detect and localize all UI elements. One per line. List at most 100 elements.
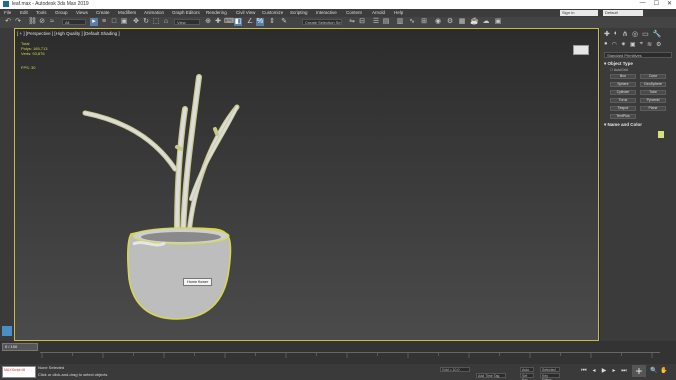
rectangle-selection-icon[interactable]: □	[110, 18, 118, 26]
menu-graph-editors[interactable]: Graph Editors	[172, 10, 200, 15]
select-and-move-icon[interactable]: ✥	[132, 18, 140, 26]
plant-model[interactable]	[15, 29, 599, 341]
selection-filter-dropdown[interactable]: All	[62, 19, 86, 25]
perspective-viewport[interactable]: [ + ] [Perspective ] [High Quality ] [De…	[14, 28, 599, 341]
cylinder-button[interactable]: Cylinder	[610, 90, 636, 95]
menu-edit[interactable]: Edit	[20, 10, 28, 15]
next-frame-icon[interactable]: ▸	[610, 367, 618, 375]
pivot-center-icon[interactable]: ⊕	[204, 18, 212, 26]
maxscript-listener[interactable]: MAXScript Mi	[2, 366, 36, 378]
rendered-frame-window-icon[interactable]: ▦	[458, 18, 466, 26]
set-key-button[interactable]: Set Key	[520, 373, 534, 380]
lights-icon[interactable]: ✷	[621, 41, 626, 48]
autogrid-checkbox[interactable]: ☐ AutoGrid	[610, 68, 628, 72]
key-filters-button[interactable]: Key Filters...	[540, 373, 560, 380]
redo-icon[interactable]: ↷	[14, 18, 22, 26]
maximize-button[interactable]: ☐	[654, 0, 659, 9]
geosphere-button[interactable]: GeoSphere	[640, 82, 666, 87]
window-crossing-icon[interactable]: ▣	[120, 18, 128, 26]
teapot-button[interactable]: Teapot	[610, 106, 636, 111]
menu-scripting[interactable]: Scripting	[290, 10, 308, 15]
menu-group[interactable]: Group	[55, 10, 68, 15]
a360-gallery-icon[interactable]: ▣	[494, 18, 502, 26]
menu-modifiers[interactable]: Modifiers	[118, 10, 136, 15]
schematic-view-icon[interactable]: ⊞	[420, 18, 428, 26]
select-manipulate-icon[interactable]: ✚	[214, 18, 222, 26]
close-button[interactable]: ✕	[667, 0, 672, 9]
display-tab-icon[interactable]: ▭	[642, 30, 649, 38]
link-icon[interactable]: ⛓	[28, 18, 37, 26]
menu-interactive[interactable]: Interactive	[316, 10, 337, 15]
key-mode-dropdown[interactable]: Selected	[540, 367, 560, 372]
box-button[interactable]: Box	[610, 74, 636, 79]
hierarchy-tab-icon[interactable]: ⋔	[622, 30, 628, 38]
render-production-icon[interactable]: ☕	[470, 18, 479, 26]
time-slider[interactable]: 0 / 100	[2, 343, 38, 351]
menu-civil-view[interactable]: Civil View	[236, 10, 255, 15]
cameras-icon[interactable]: ▣	[630, 41, 636, 48]
menu-help[interactable]: Help	[394, 10, 403, 15]
menu-create[interactable]: Create	[96, 10, 110, 15]
space-warps-icon[interactable]: ≋	[647, 41, 652, 48]
helpers-icon[interactable]: ⌖	[640, 41, 643, 48]
utilities-tab-icon[interactable]: 🔧	[653, 30, 662, 38]
pyramid-button[interactable]: Pyramid	[640, 98, 666, 103]
angle-snap-icon[interactable]: ∠	[246, 18, 254, 26]
shapes-icon[interactable]: ◠	[612, 41, 617, 48]
menu-rendering[interactable]: Rendering	[206, 10, 227, 15]
primitive-type-dropdown[interactable]: Standard Primitives	[604, 52, 672, 58]
select-and-scale-icon[interactable]: ⬚	[152, 18, 160, 26]
mirror-icon[interactable]: ⇋	[348, 18, 356, 26]
systems-icon[interactable]: ⚙	[656, 41, 661, 48]
toggle-layer-explorer-icon[interactable]: ▤	[382, 18, 390, 26]
unlink-icon[interactable]: ⊘	[38, 18, 46, 26]
spinner-snap-icon[interactable]: ⇕	[268, 18, 276, 26]
snaps-toggle-icon[interactable]: ◧	[234, 18, 242, 26]
orbit-icon[interactable]: ✋	[660, 367, 668, 375]
menu-customize[interactable]: Customize	[262, 10, 283, 15]
cone-button[interactable]: Cone	[640, 74, 666, 79]
object-type-rollout[interactable]: ▾ Object Type	[604, 61, 633, 67]
select-by-name-icon[interactable]: ≡	[100, 18, 108, 26]
zoom-icon[interactable]: 🔍	[650, 367, 658, 375]
menu-views[interactable]: Views	[76, 10, 88, 15]
curve-editor-icon[interactable]: ∿	[408, 18, 416, 26]
name-and-color-rollout[interactable]: ▾ Name and Color	[604, 122, 642, 128]
toggle-ribbon-icon[interactable]: ▥	[396, 18, 404, 26]
edit-named-selection-icon[interactable]: ✎	[280, 18, 288, 26]
select-and-rotate-icon[interactable]: ↻	[142, 18, 150, 26]
modify-tab-icon[interactable]: ◐	[614, 30, 618, 38]
track-bar[interactable]	[40, 352, 660, 360]
workspace-dropdown[interactable]: Default	[603, 10, 643, 16]
go-to-end-icon[interactable]: ⏭	[620, 367, 628, 375]
create-tab-icon[interactable]: ✚	[604, 30, 610, 38]
bind-space-warp-icon[interactable]: ≈	[48, 18, 56, 26]
undo-icon[interactable]: ↶	[4, 18, 12, 26]
torus-button[interactable]: Torus	[610, 98, 636, 103]
add-time-tag[interactable]: Add Time Tag	[476, 373, 506, 378]
auto-key-button[interactable]: Auto	[520, 367, 534, 372]
align-icon[interactable]: ⊟	[358, 18, 366, 26]
menu-file[interactable]: File	[4, 10, 11, 15]
textplus-button[interactable]: TextPlus	[610, 114, 636, 119]
percent-snap-icon[interactable]: %	[256, 18, 264, 26]
material-editor-icon[interactable]: ◉	[434, 18, 442, 26]
play-icon[interactable]: ▶	[600, 367, 608, 375]
toggle-scene-explorer-icon[interactable]: ☰	[372, 18, 380, 26]
sign-in-dropdown[interactable]: Sign In	[560, 10, 598, 16]
select-and-place-icon[interactable]: ⌂	[162, 18, 170, 26]
object-color-swatch[interactable]	[658, 131, 664, 138]
render-in-cloud-icon[interactable]: ☁	[482, 18, 490, 26]
motion-tab-icon[interactable]: ◎	[632, 30, 638, 38]
select-object-icon[interactable]: ▸	[90, 18, 98, 26]
previous-frame-icon[interactable]: ◂	[590, 367, 598, 375]
menu-arnold[interactable]: Arnold	[372, 10, 385, 15]
menu-tools[interactable]: Tools	[36, 10, 47, 15]
minimize-button[interactable]: —	[640, 0, 646, 9]
go-to-start-icon[interactable]: ⏮	[580, 367, 588, 375]
tube-button[interactable]: Tube	[640, 90, 666, 95]
sphere-button[interactable]: Sphere	[610, 82, 636, 87]
menu-animation[interactable]: Animation	[144, 10, 164, 15]
keyboard-shortcut-override-icon[interactable]: ⌨	[224, 18, 234, 26]
named-selection-set-dropdown[interactable]: Create Selection Se	[302, 19, 342, 25]
